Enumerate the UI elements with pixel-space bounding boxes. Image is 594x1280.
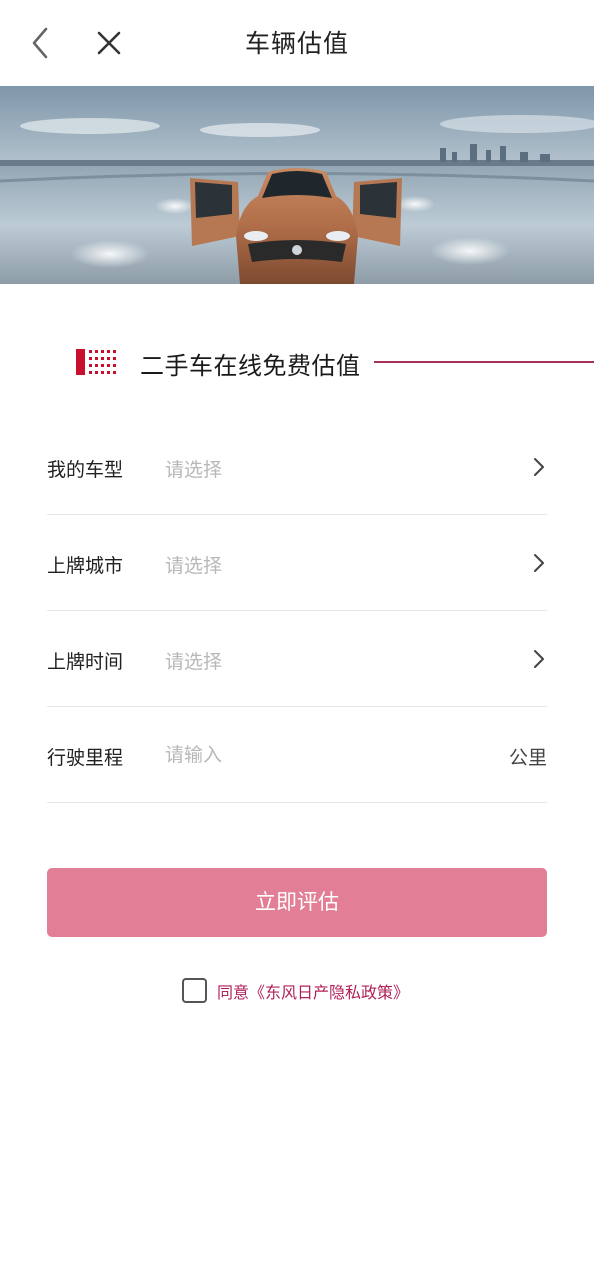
chevron-right-icon: [534, 650, 544, 668]
banner-image: [0, 86, 594, 284]
section-heading: 二手车在线免费估值: [0, 336, 594, 386]
registration-city-selector[interactable]: 上牌城市 请选择: [47, 515, 547, 611]
car-model-value: 请选择: [165, 459, 223, 481]
car-model-selector[interactable]: 我的车型 请选择: [47, 419, 547, 515]
registration-city-value: 请选择: [165, 555, 223, 577]
registration-date-label: 上牌时间: [47, 651, 124, 673]
evaluate-now-button[interactable]: 立即评估: [47, 868, 547, 937]
registration-date-value: 请选择: [165, 651, 223, 673]
section-title: 二手车在线免费估值: [140, 352, 361, 380]
nav-bar: 车辆估值: [0, 0, 594, 86]
section-divider-line: [374, 361, 594, 363]
mileage-input[interactable]: [165, 737, 485, 773]
mileage-unit: 公里: [508, 747, 547, 769]
car-model-label: 我的车型: [47, 459, 124, 481]
agree-checkbox[interactable]: [182, 978, 207, 1003]
chevron-right-icon: [534, 554, 544, 572]
registration-city-label: 上牌城市: [47, 555, 124, 577]
registration-date-selector[interactable]: 上牌时间 请选择: [47, 611, 547, 707]
mileage-label: 行驶里程: [47, 747, 124, 769]
brand-mark-icon: [76, 349, 116, 375]
chevron-right-icon: [534, 458, 544, 476]
privacy-policy-link[interactable]: 同意《东风日产隐私政策》: [217, 979, 409, 1003]
vehicle-valuation-page: 车辆估值 二手车在线免费估值 我的车型 请选择 上牌城市 请选择 上牌时间 请选…: [0, 0, 594, 1280]
page-title: 车辆估值: [244, 29, 349, 58]
valuation-form: 我的车型 请选择 上牌城市 请选择 上牌时间 请选择 行驶里程 公里: [47, 419, 547, 803]
mileage-row: 行驶里程 公里: [47, 707, 547, 803]
